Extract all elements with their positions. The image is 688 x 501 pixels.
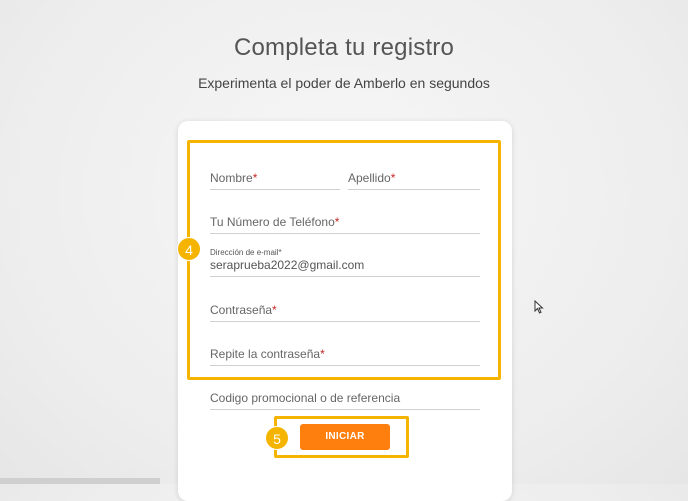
page-subtitle: Experimenta el poder de Amberlo en segun… bbox=[198, 75, 490, 91]
step-4-badge: 4 bbox=[177, 237, 201, 261]
promo-code-field[interactable]: Codigo promocional o de referencia bbox=[210, 391, 480, 410]
page-title: Completa tu registro bbox=[233, 34, 455, 61]
button-highlight-box bbox=[274, 416, 409, 458]
mouse-cursor-icon bbox=[534, 300, 544, 314]
step-5-badge: 5 bbox=[265, 426, 289, 450]
promo-code-label: Codigo promocional o de referencia bbox=[210, 391, 401, 405]
scrollbar[interactable] bbox=[0, 478, 160, 484]
fields-highlight-box bbox=[187, 140, 501, 380]
